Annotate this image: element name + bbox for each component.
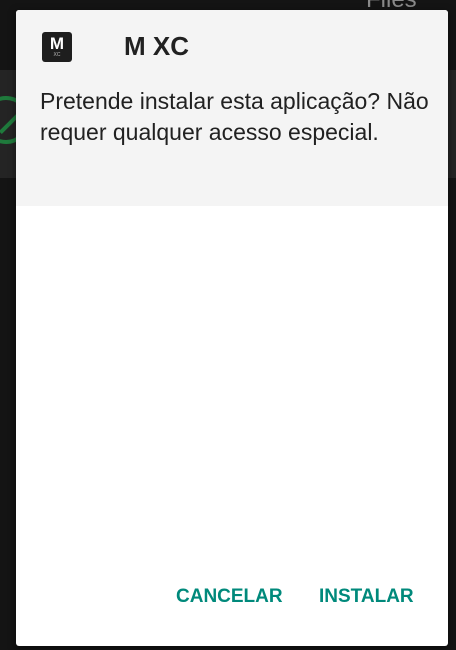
dialog-header: M XC M XC Pretende instalar esta aplicaç… xyxy=(16,10,448,206)
app-icon-sub: XC xyxy=(53,52,61,58)
install-button[interactable]: INSTALAR xyxy=(319,582,414,612)
cancel-button[interactable]: CANCELAR xyxy=(176,582,283,612)
app-icon: M XC xyxy=(42,32,72,62)
install-message: Pretende instalar esta aplicação? Não re… xyxy=(40,88,429,145)
install-dialog: M XC M XC Pretende instalar esta aplicaç… xyxy=(16,10,448,646)
app-name: M XC xyxy=(124,31,189,61)
app-icon-letter: M xyxy=(49,34,65,53)
